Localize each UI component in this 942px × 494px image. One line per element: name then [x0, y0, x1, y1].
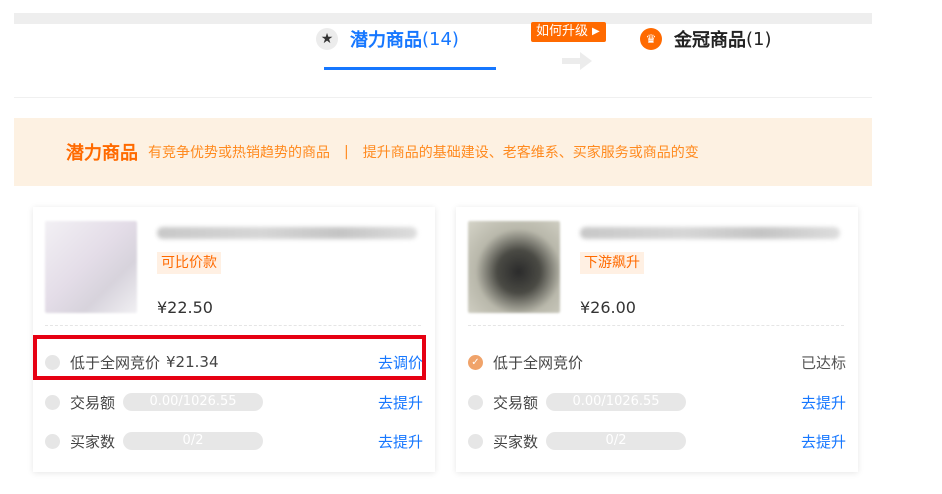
active-tab-underline	[324, 67, 496, 70]
task-row-transaction: 交易额 0.00/1026.55 去提升	[468, 390, 846, 414]
product-card: 可比价款 ¥22.50 低于全网竞价 ¥21.34 去调价 交易额 0.00/1…	[33, 207, 435, 472]
tab-crown-products[interactable]: ♛ 金冠商品 (1)	[640, 24, 772, 54]
status-dot-icon	[45, 433, 60, 449]
tab-potential-products[interactable]: ★ 潜力商品 (14)	[316, 24, 459, 54]
task-label: 买家数	[70, 432, 116, 451]
product-tag: 下游飙升	[580, 252, 644, 274]
improve-link[interactable]: 去提升	[801, 431, 846, 452]
crown-icon: ♛	[640, 28, 662, 50]
improve-link[interactable]: 去提升	[801, 392, 846, 413]
banner-description: 有竞争优势或热销趋势的商品	[148, 145, 330, 161]
product-title-blurred[interactable]	[580, 227, 840, 239]
status-dot-icon	[45, 394, 60, 410]
improve-link[interactable]: 去提升	[378, 431, 423, 452]
top-gray-strip	[14, 13, 872, 24]
progress-pill: 0/2	[546, 432, 687, 450]
status-dot-icon	[45, 354, 60, 370]
tab-crown-count: (1)	[746, 28, 772, 50]
banner-title: 潜力商品	[66, 143, 138, 164]
task-row-buyers: 买家数 0/2 去提升	[468, 429, 846, 453]
tab-potential-label: 潜力商品	[350, 30, 422, 51]
product-thumbnail[interactable]	[468, 221, 560, 313]
task-row-buyers: 买家数 0/2 去提升	[45, 429, 423, 453]
product-card: 下游飙升 ¥26.00 ✓ 低于全网竞价 已达标 交易额 0.00/1026.5…	[456, 207, 858, 472]
product-tag: 可比价款	[157, 252, 221, 274]
status-dot-icon	[468, 394, 483, 410]
product-title-blurred[interactable]	[157, 227, 417, 239]
task-label: 交易额	[70, 393, 116, 412]
potential-products-banner: 潜力商品 有竞争优势或热销趋势的商品 | 提升商品的基础建设、老客维系、买家服务…	[14, 118, 872, 186]
product-price: ¥26.00	[580, 298, 636, 317]
banner-separator: |	[344, 144, 349, 160]
task-row-competitive-price: 低于全网竞价 ¥21.34 去调价	[45, 350, 423, 374]
how-to-upgrade-link[interactable]: 如何升级 ▶	[531, 22, 606, 42]
banner-description-more: 提升商品的基础建设、老客维系、买家服务或商品的变	[362, 145, 699, 161]
tab-crown-label: 金冠商品	[674, 30, 746, 51]
task-label: 买家数	[493, 432, 539, 451]
how-to-upgrade-label: 如何升级	[536, 24, 589, 39]
progress-pill: 0.00/1026.55	[123, 393, 264, 411]
progress-pill: 0.00/1026.55	[546, 393, 687, 411]
task-row-competitive-price: ✓ 低于全网竞价 已达标	[468, 350, 846, 374]
star-icon: ★	[316, 28, 338, 50]
product-thumbnail[interactable]	[45, 221, 137, 313]
adjust-price-link[interactable]: 去调价	[378, 352, 423, 373]
progress-pill: 0/2	[123, 432, 264, 450]
task-label: 低于全网竞价	[493, 353, 584, 372]
task-label: 低于全网竞价	[70, 353, 161, 372]
product-price: ¥22.50	[157, 298, 213, 317]
tab-potential-count: (14)	[422, 28, 459, 50]
task-label: 交易额	[493, 393, 539, 412]
card-divider	[468, 325, 844, 326]
play-triangle-icon: ▶	[592, 26, 600, 37]
arrow-right-icon	[562, 52, 592, 70]
status-dot-icon	[468, 433, 483, 449]
improve-link[interactable]: 去提升	[378, 392, 423, 413]
check-circle-icon: ✓	[468, 354, 483, 370]
card-divider	[45, 325, 421, 326]
reached-status: 已达标	[800, 353, 846, 372]
task-value: ¥21.34	[166, 353, 219, 371]
task-row-transaction: 交易额 0.00/1026.55 去提升	[45, 390, 423, 414]
